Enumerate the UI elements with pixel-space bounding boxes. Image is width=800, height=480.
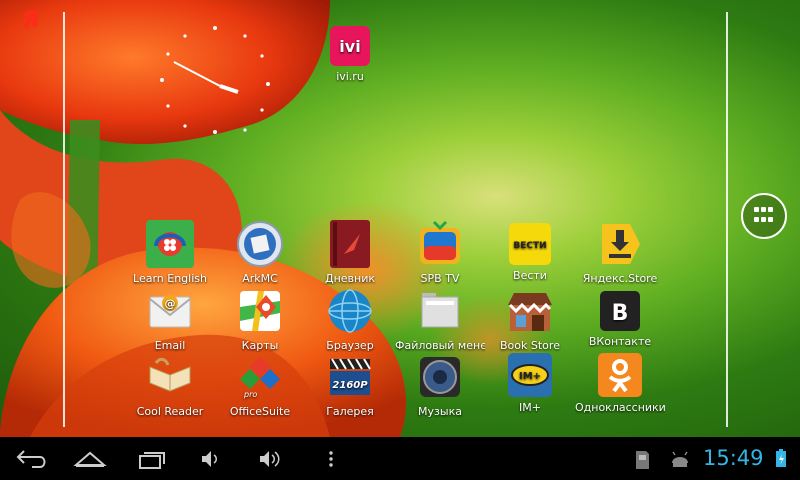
app-cool-reader[interactable]: Cool Reader — [125, 353, 215, 418]
book-store-icon — [506, 287, 554, 335]
app-book-store[interactable]: Book Store — [485, 287, 575, 352]
diary-icon — [330, 220, 370, 268]
home-icon[interactable] — [70, 445, 110, 473]
clock-time[interactable]: 15:49 — [703, 446, 764, 470]
app-label: Файловый менеджер — [395, 339, 485, 352]
app-label: Book Store — [500, 339, 560, 352]
app-vkontakte[interactable]: B ВКонтакте — [575, 287, 665, 348]
ivi-shortcut[interactable]: ivi ivi.ru — [305, 26, 395, 83]
app-spb-tv[interactable]: SPB TV — [395, 220, 485, 285]
app-label: SPB TV — [420, 272, 460, 285]
gallery-icon: 2160P — [326, 353, 374, 401]
app-label: OfficeSuite — [229, 405, 291, 418]
vesti-icon-text: ВЕСТИ — [513, 241, 546, 251]
app-label: Email — [154, 339, 186, 352]
vkontakte-icon: B — [600, 291, 640, 331]
odnoklassniki-icon — [598, 353, 642, 397]
app-label: Learn English — [133, 272, 207, 285]
analog-clock-widget[interactable] — [140, 18, 290, 143]
app-label: Карты — [241, 339, 279, 352]
vesti-icon: ВЕСТИ — [509, 223, 551, 265]
yandex-store-icon — [596, 220, 644, 268]
app-diary[interactable]: Дневник — [305, 220, 395, 285]
app-label: Дневник — [324, 272, 376, 285]
yandex-logo[interactable]: Я — [22, 8, 39, 33]
left-page-edge — [63, 12, 65, 427]
app-im-plus[interactable]: IM+ IM+ — [485, 353, 575, 414]
vk-icon-text: B — [612, 301, 629, 326]
app-gallery[interactable]: 2160P Галерея — [305, 353, 395, 418]
app-label: Яндекс.Store — [582, 272, 658, 285]
gallery-icon-text: 2160P — [332, 380, 368, 391]
app-label: Одноклассники — [575, 401, 665, 414]
app-learn-english[interactable]: Learn English — [125, 220, 215, 285]
app-label: ВКонтакте — [588, 335, 652, 348]
app-music[interactable]: Музыка — [395, 353, 485, 418]
app-browser[interactable]: Браузер — [305, 287, 395, 352]
app-label: Браузер — [326, 339, 374, 352]
app-file-manager[interactable]: Файловый менеджер — [395, 287, 485, 352]
system-bar — [0, 437, 800, 480]
sd-card-icon[interactable] — [630, 445, 654, 473]
spb-tv-icon — [416, 220, 464, 268]
app-officesuite[interactable]: pro OfficeSuite — [215, 353, 305, 418]
android-debug-icon[interactable] — [666, 445, 694, 473]
app-label: Вести — [513, 269, 547, 282]
learn-english-icon — [146, 220, 194, 268]
right-page-edge — [726, 12, 728, 427]
svg-text:ivi: ivi — [339, 37, 360, 56]
email-icon: @ — [146, 287, 194, 335]
app-vesti[interactable]: ВЕСТИ Вести — [485, 220, 575, 282]
ivi-icon: ivi — [330, 26, 370, 66]
app-odnoklassniki[interactable]: Одноклассники — [575, 353, 665, 414]
cool-reader-icon — [146, 353, 194, 401]
menu-icon[interactable] — [312, 445, 352, 473]
recent-apps-icon[interactable] — [132, 445, 172, 473]
music-icon — [416, 353, 464, 401]
all-apps-button[interactable] — [741, 193, 787, 239]
office-pro-text: pro — [243, 390, 257, 399]
browser-icon — [326, 287, 374, 335]
app-label: IM+ — [519, 401, 541, 414]
app-label: Музыка — [418, 405, 462, 418]
ivi-label: ivi.ru — [336, 70, 364, 83]
im-plus-icon: IM+ — [508, 353, 552, 397]
volume-down-icon[interactable] — [192, 445, 232, 473]
maps-icon — [236, 287, 284, 335]
app-maps[interactable]: Карты — [215, 287, 305, 352]
app-arkmc[interactable]: ArkMC — [215, 220, 305, 285]
file-manager-icon — [416, 287, 464, 335]
app-yandex-store[interactable]: Яндекс.Store — [575, 220, 665, 285]
back-icon[interactable] — [12, 445, 52, 473]
app-label: ArkMC — [242, 272, 278, 285]
implus-icon-text: IM+ — [519, 371, 541, 382]
officesuite-icon: pro — [236, 353, 284, 401]
volume-up-icon[interactable] — [252, 445, 292, 473]
svg-text:@: @ — [165, 297, 176, 310]
app-email[interactable]: @ Email — [125, 287, 215, 352]
app-label: Cool Reader — [136, 405, 204, 418]
battery-charging-icon[interactable] — [774, 445, 792, 473]
app-label: Галерея — [326, 405, 374, 418]
arkmc-icon — [236, 220, 284, 268]
grid-icon — [754, 207, 774, 225]
